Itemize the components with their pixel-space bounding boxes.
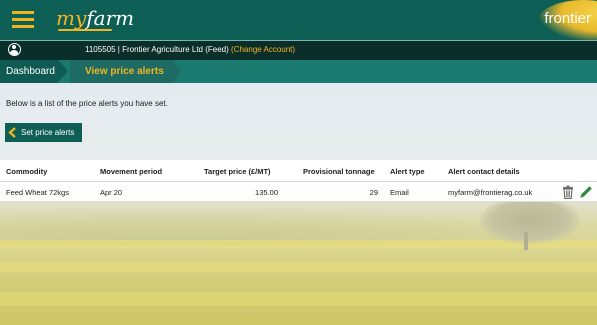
page: myfarm frontier 1105505 | Frontier Agric… [0,0,597,325]
frontier-brand-logo: frontier [544,10,591,27]
account-info: 1105505 | Frontier Agriculture Ltd (Feed… [85,45,295,55]
background-field-band [0,292,597,306]
logo-underline [58,29,112,31]
top-header: myfarm frontier [0,0,597,42]
cell-provisional-tonnage: 29 [369,188,378,197]
breadcrumb-dashboard-label: Dashboard [6,66,55,77]
chevron-left-icon [8,127,16,138]
table-row: Feed Wheat 72kgs Apr 20 135.00 29 Email … [0,182,597,202]
cell-commodity: Feed Wheat 72kgs [6,188,69,197]
column-header-movement-period: Movement period [100,167,163,176]
breadcrumb-dashboard[interactable]: Dashboard [0,60,68,83]
breadcrumb-current: View price alerts [70,60,181,83]
cell-movement-period: Apr 20 [100,188,123,197]
column-header-alert-contact: Alert contact details [448,167,520,176]
table-header: Commodity Movement period Target price (… [0,160,597,182]
logo-my: my [56,6,87,30]
column-header-provisional-tonnage: Provisional tonnage [303,167,375,176]
logo-farm: farm [86,6,135,30]
background-tree-trunk [524,232,528,250]
trash-icon[interactable] [561,185,575,199]
intro-text: Below is a list of the price alerts you … [6,99,168,108]
cell-target-price: 135.00 [255,188,278,197]
user-circle-icon[interactable] [8,43,21,56]
hamburger-menu-icon[interactable] [12,11,34,29]
set-price-alerts-label: Set price alerts [21,128,75,137]
cell-alert-type: Email [390,188,409,197]
pencil-icon[interactable] [579,185,593,199]
account-name: 1105505 | Frontier Agriculture Ltd (Feed… [85,45,229,54]
breadcrumb-current-label: View price alerts [85,66,164,77]
account-bar: 1105505 | Frontier Agriculture Ltd (Feed… [0,40,597,60]
background-tree [480,196,580,244]
background-field-band [0,262,597,272]
column-header-target-price: Target price (£/MT) [204,167,271,176]
column-header-commodity: Commodity [6,167,48,176]
myfarm-logo[interactable]: myfarm [56,6,134,30]
column-header-alert-type: Alert type [390,167,425,176]
set-price-alerts-button[interactable]: Set price alerts [5,123,82,142]
price-alerts-table: Commodity Movement period Target price (… [0,160,597,202]
breadcrumb: Dashboard View price alerts [0,60,597,83]
change-account-link[interactable]: (Change Account) [231,45,295,54]
cell-alert-contact: myfarm@frontierag.co.uk [448,188,533,197]
